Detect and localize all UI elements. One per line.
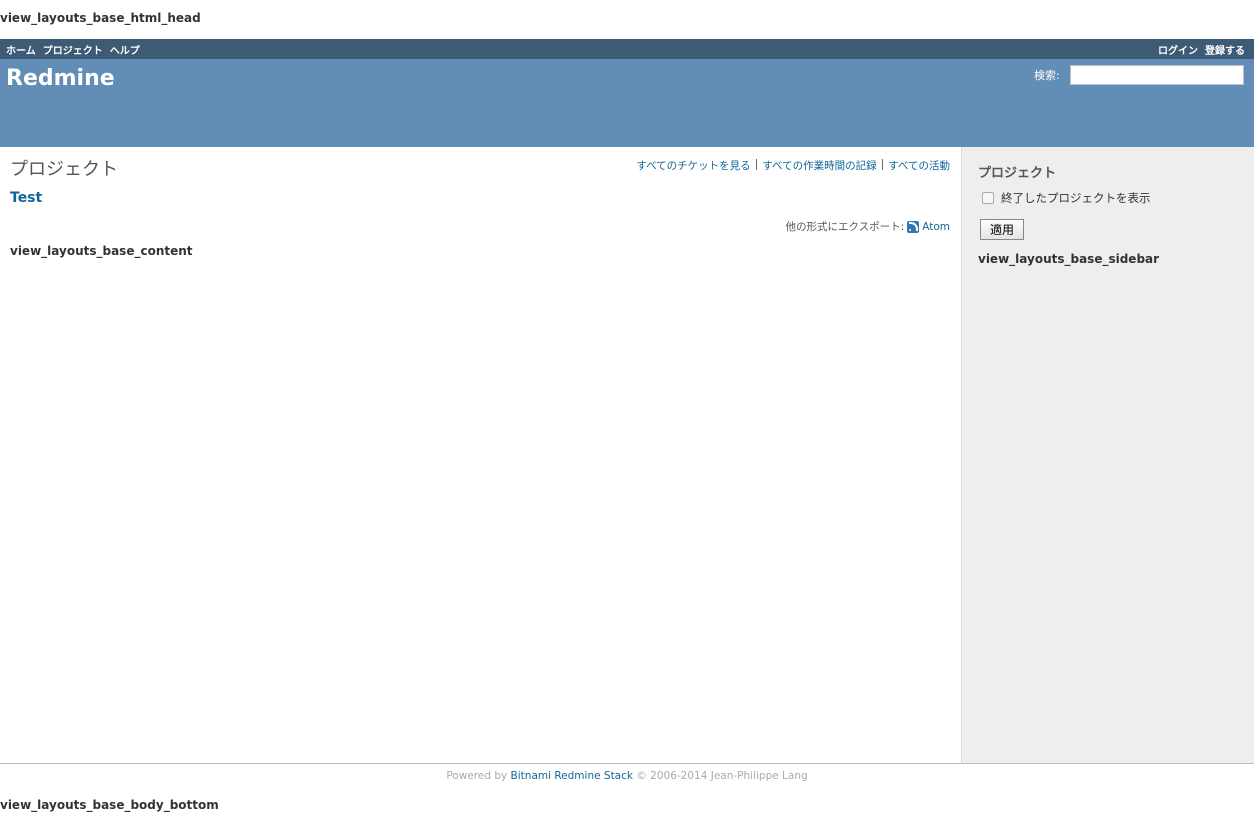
- hook-content: view_layouts_base_content: [10, 244, 193, 258]
- menu-register[interactable]: 登録する: [1205, 42, 1245, 57]
- separator: |: [880, 158, 885, 170]
- separator: |: [754, 158, 759, 170]
- hook-html-head: view_layouts_base_html_head: [0, 11, 201, 25]
- top-menu-left: ホーム プロジェクト ヘルプ: [6, 42, 140, 57]
- bitnami-link[interactable]: Bitnami Redmine Stack: [511, 770, 633, 782]
- project-link-test[interactable]: Test: [10, 190, 42, 206]
- sidebar: プロジェクト 終了したプロジェクトを表示 適用 view_layouts_bas…: [961, 147, 1254, 763]
- footer: Powered by Bitnami Redmine Stack © 2006-…: [0, 763, 1254, 789]
- export-formats: 他の形式にエクスポート: Atom: [785, 219, 950, 234]
- page-title: プロジェクト: [10, 159, 118, 180]
- top-menu-right: ログイン 登録する: [1158, 42, 1245, 57]
- all-issues-link[interactable]: すべてのチケットを見る: [636, 158, 750, 173]
- apply-button[interactable]: 適用: [980, 219, 1024, 240]
- hook-body-bottom: view_layouts_base_body_bottom: [0, 798, 219, 812]
- sidebar-title: プロジェクト: [978, 166, 1057, 181]
- search-input[interactable]: [1070, 65, 1244, 85]
- top-menu: ホーム プロジェクト ヘルプ ログイン 登録する: [0, 39, 1254, 59]
- content: プロジェクト すべてのチケットを見る | すべての作業時間の記録 | すべての活…: [0, 147, 961, 763]
- search-label: 検索:: [1034, 69, 1060, 82]
- closed-projects-option: 終了したプロジェクトを表示: [982, 190, 1151, 206]
- menu-home[interactable]: ホーム: [6, 42, 36, 57]
- copyright-text: © 2006-2014 Jean-Philippe Lang: [636, 770, 808, 782]
- menu-login[interactable]: ログイン: [1158, 42, 1198, 57]
- closed-projects-label[interactable]: 終了したプロジェクトを表示: [1001, 190, 1151, 206]
- all-time-entries-link[interactable]: すべての作業時間の記録: [762, 158, 876, 173]
- menu-projects[interactable]: プロジェクト: [43, 42, 103, 57]
- site-title: Redmine: [6, 66, 115, 91]
- header: Redmine 検索:: [0, 59, 1254, 147]
- all-activity-link[interactable]: すべての活動: [888, 158, 950, 173]
- export-label: 他の形式にエクスポート:: [785, 221, 905, 233]
- powered-by-text: Powered by: [446, 770, 508, 782]
- context-links: すべてのチケットを見る | すべての作業時間の記録 | すべての活動: [636, 158, 950, 173]
- atom-link[interactable]: Atom: [922, 221, 950, 233]
- hook-sidebar: view_layouts_base_sidebar: [978, 252, 1160, 266]
- closed-projects-checkbox[interactable]: [982, 192, 994, 204]
- menu-help[interactable]: ヘルプ: [110, 42, 140, 57]
- rss-feed-icon[interactable]: [907, 220, 920, 233]
